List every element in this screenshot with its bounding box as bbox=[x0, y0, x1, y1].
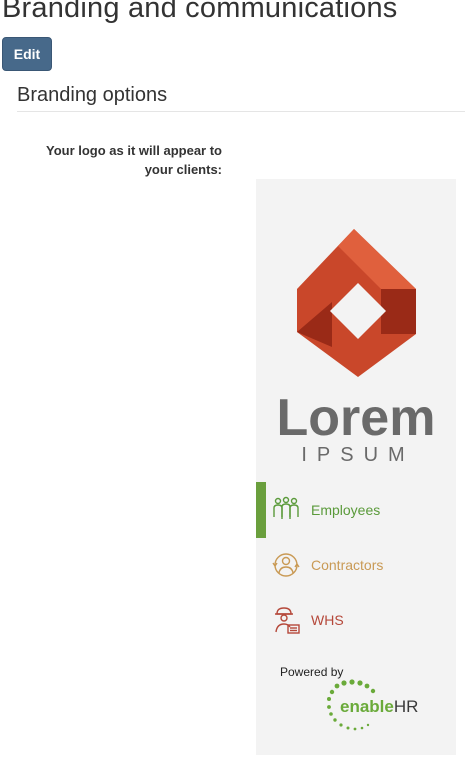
logo-brand-sub: IPSUM bbox=[301, 444, 414, 466]
branding-page: Branding and communications Edit Brandin… bbox=[0, 0, 465, 760]
active-indicator bbox=[256, 482, 266, 538]
nav-item-contractors[interactable]: Contractors bbox=[256, 537, 456, 593]
edit-button[interactable]: Edit bbox=[2, 37, 52, 71]
enablehr-prefix: enable bbox=[340, 697, 394, 716]
nav-item-whs[interactable]: WHS bbox=[256, 592, 456, 648]
page-title: Branding and communications bbox=[2, 0, 398, 24]
contractor-person-icon bbox=[270, 549, 302, 581]
enablehr-suffix: HR bbox=[394, 697, 419, 716]
hardhat-worker-icon bbox=[270, 604, 302, 636]
nav-item-label: Contractors bbox=[311, 557, 384, 573]
logo-label: Your logo as it will appear to your clie… bbox=[45, 143, 222, 177]
section-title: Branding options bbox=[17, 84, 168, 106]
nav-item-employees[interactable]: Employees bbox=[256, 482, 456, 538]
enablehr-logo: enableHR bbox=[327, 679, 418, 731]
section-divider bbox=[17, 111, 465, 112]
client-logo: Lorem IPSUM bbox=[277, 229, 436, 466]
powered-by-label: Powered by bbox=[280, 665, 344, 679]
people-group-icon bbox=[270, 494, 302, 526]
nav-item-label: Employees bbox=[311, 502, 381, 518]
client-preview-panel: Lorem IPSUM Employees Contractors WHS Po… bbox=[256, 179, 456, 755]
logo-brand-name: Lorem bbox=[277, 389, 436, 447]
svg-text:enableHR: enableHR bbox=[340, 697, 418, 716]
logo-mark bbox=[297, 229, 416, 377]
nav-item-label: WHS bbox=[311, 612, 344, 628]
